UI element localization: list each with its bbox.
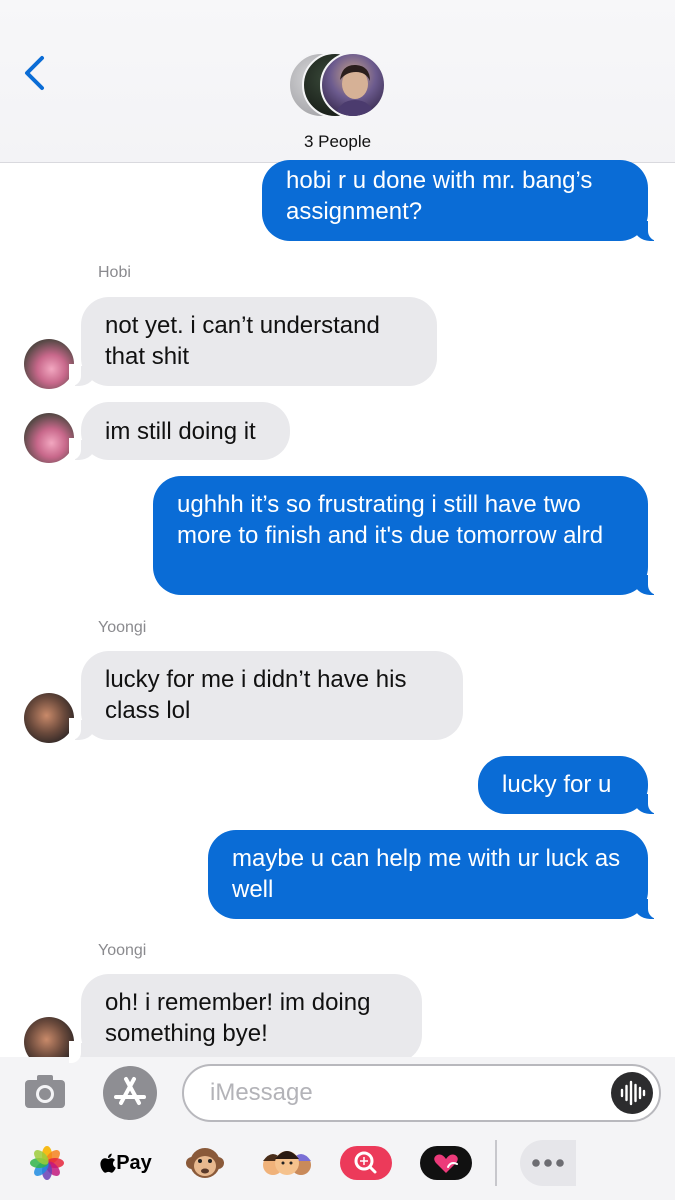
outgoing-message[interactable]: ughhh it’s so frustrating i still have t… — [153, 476, 660, 595]
message-input[interactable] — [182, 1064, 661, 1122]
outgoing-message[interactable]: hobi r u done with mr. bang’s assignment… — [262, 160, 660, 241]
message-text: ughhh it’s so frustrating i still have t… — [177, 491, 604, 549]
camera-icon — [25, 1075, 65, 1108]
message-text: lucky for me i didn’t have his class lol — [105, 666, 407, 724]
sender-avatar[interactable] — [24, 339, 74, 389]
digital-touch-icon — [420, 1146, 472, 1180]
digital-touch-app-button[interactable] — [418, 1140, 474, 1186]
sender-name: Yoongi — [98, 942, 147, 959]
photos-app-button[interactable] — [24, 1140, 70, 1186]
app-store-button[interactable] — [103, 1066, 157, 1120]
memoji-icon — [263, 1151, 311, 1175]
memoji-app-button[interactable] — [258, 1140, 316, 1186]
more-icon — [532, 1159, 564, 1167]
sender-avatar[interactable] — [24, 413, 74, 463]
incoming-message[interactable]: lucky for me i didn’t have his class lol — [69, 651, 463, 740]
message-text: lucky for u — [502, 771, 612, 798]
apple-pay-label: Pay — [116, 1151, 152, 1174]
conversation-header: 3 People — [0, 0, 675, 163]
animoji-app-button[interactable] — [180, 1140, 230, 1186]
outgoing-message[interactable]: maybe u can help me with ur luck as well — [208, 830, 660, 919]
message-text: hobi r u done with mr. bang’s assignment… — [286, 167, 593, 225]
incoming-message[interactable]: not yet. i can’t understand that shit — [69, 297, 437, 386]
search-images-icon — [340, 1146, 392, 1180]
incoming-message[interactable]: im still doing it — [69, 402, 290, 460]
sender-name: Hobi — [98, 264, 131, 281]
drawer-divider — [495, 1140, 497, 1186]
message-text: im still doing it — [105, 418, 256, 445]
audio-record-button[interactable] — [611, 1072, 653, 1114]
photos-icon — [30, 1146, 64, 1180]
incoming-message[interactable]: oh! i remember! im doing something bye! — [69, 974, 422, 1063]
participant-avatar — [320, 52, 386, 118]
image-search-app-button[interactable] — [338, 1140, 394, 1186]
monkey-animoji-icon — [186, 1148, 224, 1178]
sender-name: Yoongi — [98, 619, 147, 636]
sender-avatar[interactable] — [24, 693, 74, 743]
message-text: maybe u can help me with ur luck as well — [232, 845, 621, 903]
message-text: not yet. i can’t understand that shit — [105, 312, 380, 370]
conversation-title[interactable]: 3 People — [0, 132, 675, 152]
audio-waveform-icon — [620, 1080, 646, 1106]
app-store-icon — [114, 1077, 146, 1105]
chevron-left-icon — [25, 56, 44, 90]
message-text: oh! i remember! im doing something bye! — [105, 989, 371, 1047]
more-apps-button[interactable] — [520, 1140, 576, 1186]
outgoing-message[interactable]: lucky for u — [478, 756, 660, 814]
apple-pay-button[interactable]: Pay — [96, 1140, 156, 1186]
apple-logo-icon — [100, 1153, 117, 1173]
camera-button[interactable] — [24, 1073, 66, 1109]
back-button[interactable] — [18, 52, 54, 94]
group-avatars[interactable] — [288, 52, 388, 122]
